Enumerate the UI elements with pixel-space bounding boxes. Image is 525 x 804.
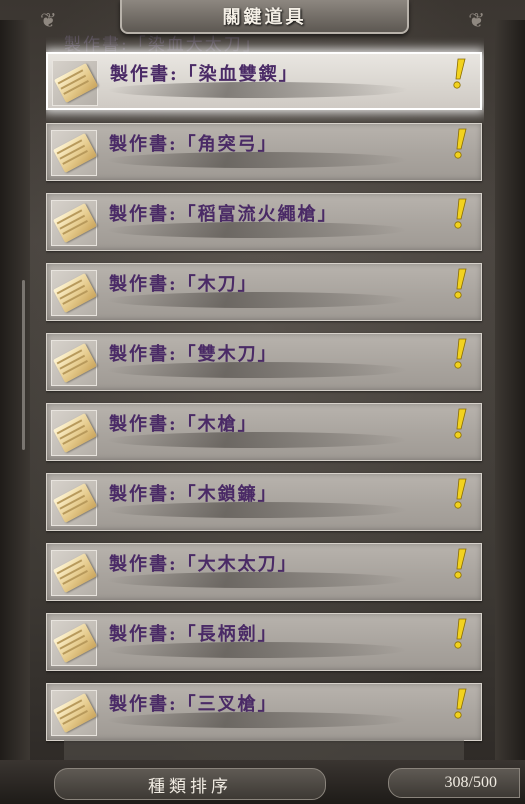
recipe-scroll-icon (53, 553, 97, 593)
item-count: 308/500 (388, 768, 520, 798)
recipe-scroll-icon (53, 133, 97, 173)
item-label: 製作書:「雙木刀」 (109, 344, 278, 365)
item-icon-frame (51, 480, 97, 526)
item-label: 製作書:「長柄劍」 (109, 624, 278, 645)
item-icon-frame (51, 550, 97, 596)
exclamation-icon (454, 618, 467, 649)
item-icon-frame (51, 340, 97, 386)
item-label: 製作書:「染血雙鍥」 (110, 64, 299, 85)
item-icon-frame (51, 130, 97, 176)
list-item[interactable]: 製作書:「染血雙鍥」 (46, 52, 482, 110)
item-label: 製作書:「木刀」 (109, 274, 258, 295)
list-item[interactable]: 製作書:「稻富流火繩槍」 (46, 193, 482, 251)
item-list: 製作書:「染血大太刀」 製作書:「染血雙鍥」 製作書:「角突弓」 製作書:「稻富流火… (46, 0, 484, 760)
recipe-scroll-icon (53, 203, 97, 243)
recipe-scroll-icon (53, 343, 97, 383)
scrollbar[interactable] (22, 280, 25, 450)
item-icon-frame (51, 690, 97, 736)
list-item[interactable]: 製作書:「角突弓」 (46, 123, 482, 181)
list-item[interactable]: 製作書:「木鎖鐮」 (46, 473, 482, 531)
recipe-scroll-icon (53, 413, 97, 453)
recipe-scroll-icon (53, 623, 97, 663)
item-label: 製作書:「木鎖鐮」 (109, 484, 278, 505)
exclamation-icon (454, 268, 467, 299)
item-label: 製作書:「三叉槍」 (109, 694, 278, 715)
exclamation-icon (454, 548, 467, 579)
exclamation-icon (454, 408, 467, 439)
item-label: 製作書:「大木太刀」 (109, 554, 298, 575)
frame-right-border (495, 20, 525, 764)
list-item[interactable]: 製作書:「木槍」 (46, 403, 482, 461)
item-label: 製作書:「木槍」 (109, 414, 258, 435)
list-item[interactable]: 製作書:「三叉槍」 (46, 683, 482, 741)
item-label: 製作書:「角突弓」 (109, 134, 278, 155)
exclamation-icon (453, 58, 466, 89)
exclamation-icon (454, 338, 467, 369)
recipe-scroll-icon (53, 693, 97, 733)
page-title: 關鍵道具 (222, 7, 307, 28)
exclamation-icon (454, 128, 467, 159)
list-item-partial-bottom (64, 740, 464, 760)
list-item[interactable]: 製作書:「雙木刀」 (46, 333, 482, 391)
list-item[interactable]: 製作書:「木刀」 (46, 263, 482, 321)
frame-left-border (0, 20, 30, 764)
item-icon-frame (51, 200, 97, 246)
item-label: 製作書:「稻富流火繩槍」 (109, 204, 338, 225)
item-icon-frame (51, 410, 97, 456)
sort-button[interactable]: 種類排序 (54, 768, 326, 800)
list-item[interactable]: 製作書:「大木太刀」 (46, 543, 482, 601)
exclamation-icon (454, 198, 467, 229)
list-item[interactable]: 製作書:「長柄劍」 (46, 613, 482, 671)
recipe-scroll-icon (54, 63, 98, 103)
exclamation-icon (454, 688, 467, 719)
item-icon-frame (51, 620, 97, 666)
title-plate: 關鍵道具 (120, 0, 409, 34)
recipe-scroll-icon (53, 273, 97, 313)
item-icon-frame (51, 270, 97, 316)
exclamation-icon (454, 478, 467, 509)
recipe-scroll-icon (53, 483, 97, 523)
item-icon-frame (52, 60, 98, 106)
